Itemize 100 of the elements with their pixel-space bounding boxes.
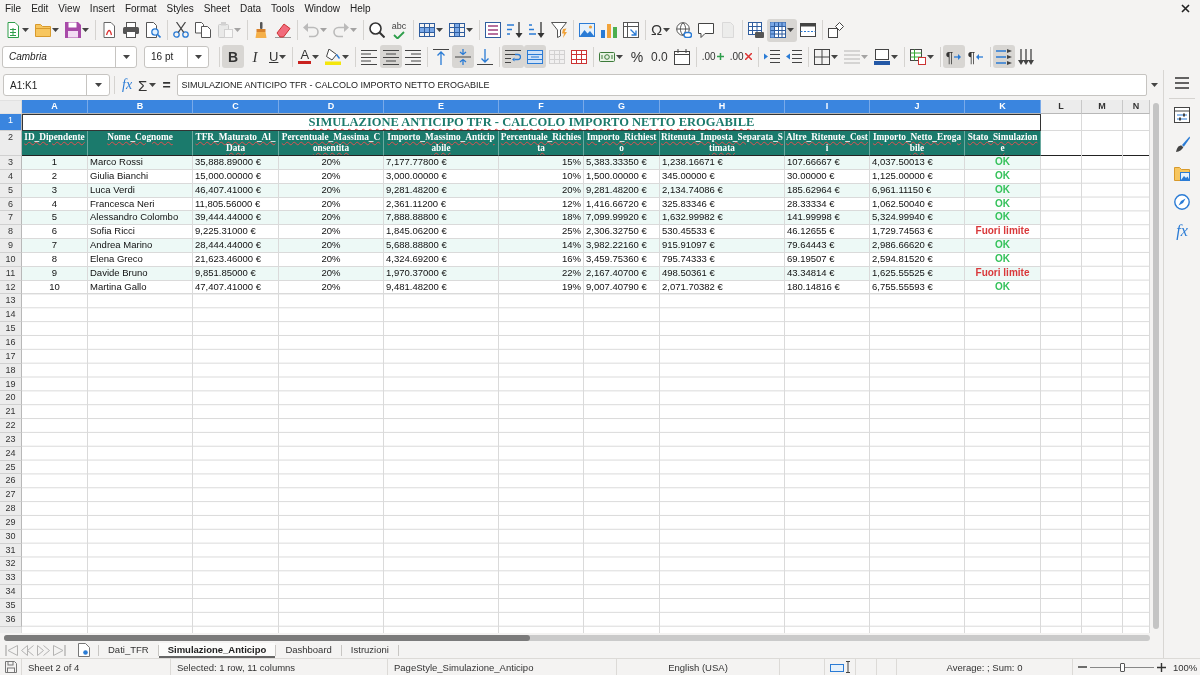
- menu-item[interactable]: Tools: [271, 1, 295, 16]
- function-wizard-button[interactable]: fx: [119, 74, 136, 96]
- paintbrush-icon: [253, 22, 269, 38]
- column-header[interactable]: K: [965, 100, 1041, 114]
- sheet-tab[interactable]: Simulazione_Anticipo: [158, 642, 276, 658]
- menu-item[interactable]: Format: [124, 1, 157, 16]
- row-header[interactable]: 15: [0, 322, 22, 336]
- font-name-field[interactable]: Cambria: [2, 45, 137, 68]
- table-cell: 5: [22, 211, 88, 226]
- row-header[interactable]: 7: [0, 211, 22, 226]
- align-center-button[interactable]: [380, 45, 403, 68]
- row-header[interactable]: 14: [0, 308, 22, 323]
- left-to-right-button[interactable]: ¶: [942, 45, 965, 68]
- column-header[interactable]: B: [88, 100, 193, 114]
- freeze-panes-button[interactable]: [767, 18, 798, 42]
- table-grid-icon: [549, 48, 566, 65]
- document-magnifier-icon: [145, 22, 161, 38]
- column-header[interactable]: A: [22, 100, 88, 114]
- split-window-icon: [800, 22, 817, 38]
- column-header[interactable]: J: [870, 100, 965, 114]
- column-header[interactable]: C: [193, 100, 279, 114]
- menu-item[interactable]: Sheet: [203, 1, 230, 16]
- right-to-left-button[interactable]: ¶: [964, 45, 987, 68]
- row-header[interactable]: 35: [0, 599, 22, 613]
- table-arrow-icon: [623, 22, 639, 38]
- menu-item[interactable]: View: [58, 1, 80, 16]
- column-header[interactable]: L: [1041, 100, 1082, 114]
- merge-center-button[interactable]: [524, 45, 547, 68]
- row-header[interactable]: 8: [0, 225, 22, 240]
- menu-item[interactable]: Styles: [166, 1, 194, 16]
- row-header[interactable]: 26: [0, 474, 22, 489]
- decimal-format-button[interactable]: 0.0: [648, 45, 671, 68]
- menu-item[interactable]: Data: [239, 1, 262, 16]
- caret-icon[interactable]: [1151, 83, 1158, 87]
- menu-item[interactable]: Edit: [31, 1, 49, 16]
- sheet-tab[interactable]: Dashboard: [276, 642, 341, 658]
- row-header[interactable]: 28: [0, 502, 22, 516]
- menu-item[interactable]: Help: [350, 1, 371, 16]
- table-cell: Andrea Marino: [88, 239, 193, 253]
- sheet-tab[interactable]: Istruzioni: [341, 642, 398, 658]
- row-header[interactable]: 13: [0, 294, 22, 309]
- add-sheet-icon[interactable]: [78, 643, 90, 657]
- table-cell: Alessandro Colombo: [88, 211, 193, 226]
- row-header[interactable]: 22: [0, 419, 22, 433]
- row-header[interactable]: 3: [0, 156, 22, 170]
- spelling-button[interactable]: abc: [388, 18, 410, 42]
- row-header[interactable]: 27: [0, 488, 22, 503]
- column-header[interactable]: N: [1123, 100, 1150, 114]
- column-header[interactable]: E: [384, 100, 499, 114]
- zoom-slider-thumb[interactable]: [1119, 662, 1125, 672]
- formula-button[interactable]: =: [159, 74, 174, 96]
- add-decimal-button[interactable]: .00: [698, 45, 727, 68]
- name-box-field[interactable]: A1:K1: [3, 74, 110, 96]
- caret-icon: [22, 28, 29, 32]
- table-cell: 7,177.77800 €: [384, 156, 499, 170]
- sum-button[interactable]: Σ: [135, 74, 160, 96]
- table-cell: 20%: [279, 156, 384, 170]
- font-color-button[interactable]: A: [295, 45, 323, 68]
- functions-button[interactable]: fx: [1168, 218, 1196, 244]
- row-header[interactable]: 33: [0, 571, 22, 586]
- column-header[interactable]: D: [279, 100, 384, 114]
- column-heading: Percentuale_Richiesta: [499, 131, 584, 156]
- row-header[interactable]: 9: [0, 239, 22, 253]
- special-character-button[interactable]: Ω: [648, 18, 674, 42]
- row-header[interactable]: 1: [0, 114, 22, 131]
- column-header[interactable]: F: [499, 100, 584, 114]
- column-header[interactable]: G: [584, 100, 660, 114]
- percent-format-button[interactable]: %: [626, 45, 649, 68]
- text-direction-button[interactable]: [992, 45, 1015, 68]
- menu-item[interactable]: File: [5, 1, 22, 16]
- zoom-in-icon[interactable]: [1157, 662, 1166, 672]
- close-icon[interactable]: [1181, 4, 1190, 13]
- table-cell: 28,444.44000 €: [193, 239, 279, 253]
- list-box-icon: [485, 22, 501, 38]
- image-folder-icon: [1174, 165, 1190, 181]
- column-header[interactable]: M: [1082, 100, 1123, 114]
- arrow-left-icon: [976, 53, 984, 60]
- printer-icon: [123, 22, 139, 38]
- column-header[interactable]: H: [660, 100, 785, 114]
- formula-input-field[interactable]: SIMULAZIONE ANTICIPO TFR - CALCOLO IMPORTO NETTO EROGABILE: [176, 74, 1147, 96]
- bold-button[interactable]: B: [222, 45, 244, 68]
- table-cell: 7,099.99920 €: [584, 211, 660, 226]
- row-header[interactable]: 34: [0, 585, 22, 599]
- menu-item[interactable]: Window: [304, 1, 340, 16]
- row-header[interactable]: 20: [0, 391, 22, 406]
- caret-icon: [342, 54, 350, 59]
- menu-item[interactable]: Insert: [89, 1, 115, 16]
- italic-button[interactable]: I: [244, 45, 266, 68]
- row-header[interactable]: 32: [0, 557, 22, 572]
- underline-button[interactable]: U: [266, 45, 290, 68]
- filter-icon: [551, 22, 567, 38]
- column-header[interactable]: I: [785, 100, 870, 114]
- align-center-icon: [383, 48, 400, 65]
- font-size-field[interactable]: 16 pt: [144, 45, 209, 68]
- wrap-text-button[interactable]: [502, 45, 525, 68]
- row-header[interactable]: 21: [0, 405, 22, 420]
- delete-decimal-button[interactable]: .00: [726, 45, 755, 68]
- align-middle-button[interactable]: [452, 45, 475, 68]
- sheet-tab[interactable]: Dati_TFR: [99, 642, 158, 658]
- row-header[interactable]: 2: [0, 131, 22, 156]
